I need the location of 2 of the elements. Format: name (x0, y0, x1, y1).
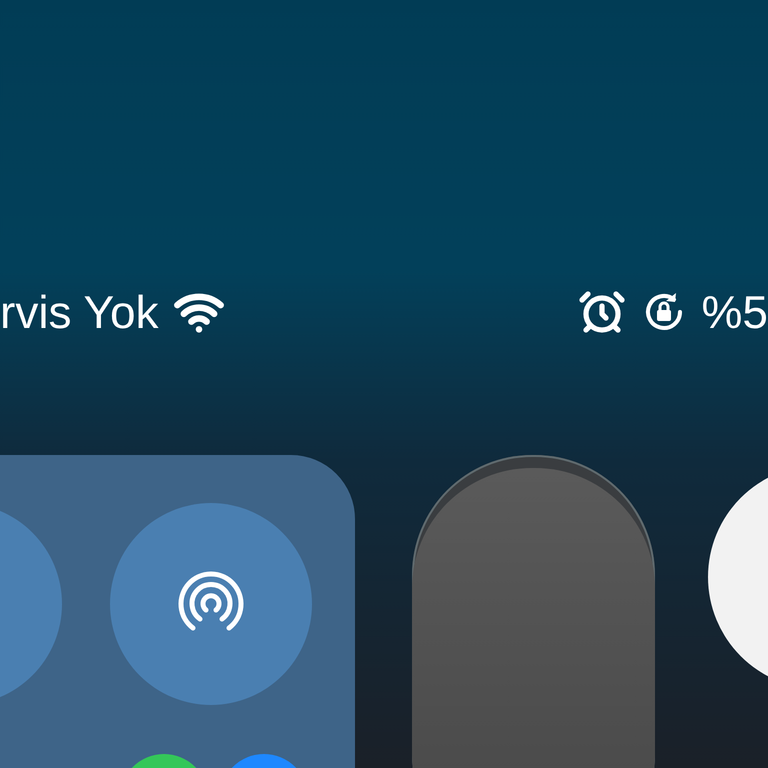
carrier-text: rvis Yok (0, 289, 159, 335)
battery-percent-text: %5 (702, 289, 768, 335)
